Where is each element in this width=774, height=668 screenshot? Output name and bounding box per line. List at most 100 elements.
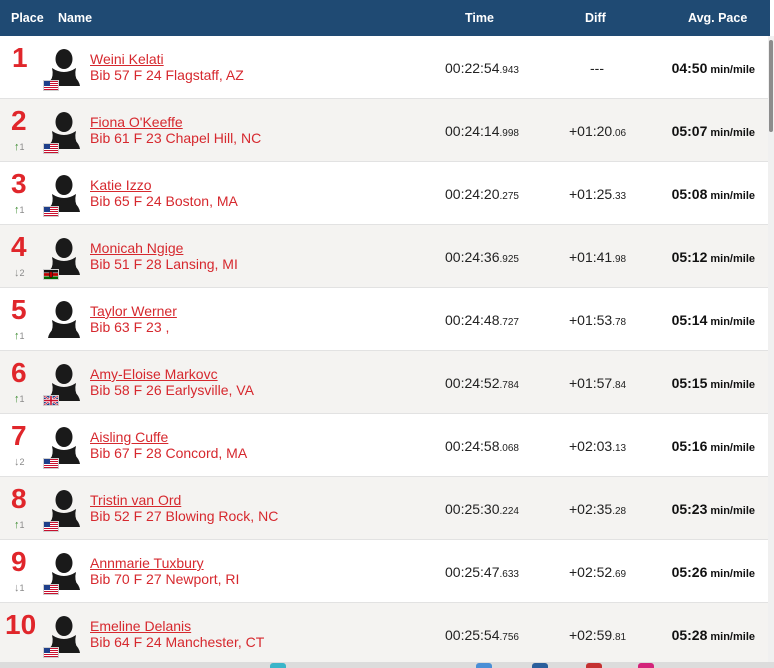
avg-pace-value: 05:14 (671, 312, 708, 328)
avg-pace: 05:28 min/mile (672, 627, 755, 643)
runner-name-link[interactable]: Emeline Delanis (90, 618, 191, 634)
finish-time-value: 00:24:14 (445, 123, 500, 139)
avg-pace-value: 05:08 (671, 186, 708, 202)
runner-name-link[interactable]: Amy-Eloise Markovc (90, 366, 218, 382)
position-change-count: 1 (19, 520, 25, 530)
runner-name-link[interactable]: Weini Kelati (90, 51, 164, 67)
runner-bib-info: Bib 63 F 23 , (90, 319, 170, 335)
taskbar-app-icon[interactable] (476, 663, 492, 668)
position-change: ↑1 (14, 519, 25, 532)
table-row[interactable]: 1 Weini Kelati Bib 57 F 24 Flagstaff, AZ… (0, 36, 770, 99)
runner-name-link[interactable]: Tristin van Ord (90, 492, 181, 508)
taskbar-app-icon[interactable] (586, 663, 602, 668)
finish-time: 00:22:54.943 (445, 60, 519, 76)
vertical-scrollbar[interactable] (768, 36, 774, 668)
avatar-silhouette-icon (46, 298, 82, 338)
place-number: 6 (11, 357, 27, 388)
header-diff[interactable]: Diff (585, 0, 606, 36)
finish-time-value: 00:25:30 (445, 501, 500, 517)
table-row[interactable]: 8 ↑1 Tristin van Ord Bib 52 F 27 Blowing… (0, 477, 770, 540)
time-diff: +01:41.98 (569, 249, 626, 265)
position-change-count: 1 (19, 142, 25, 152)
us-flag-icon (43, 80, 59, 91)
place-number: 2 (11, 105, 27, 136)
table-row[interactable]: 4 ↓2 Monicah Ngige Bib 51 F 28 Lansing, … (0, 225, 770, 288)
time-diff-ms: .13 (612, 443, 627, 454)
finish-time-ms: .224 (499, 506, 519, 517)
taskbar-app-icon[interactable] (532, 663, 548, 668)
scrollbar-thumb[interactable] (769, 40, 773, 132)
header-place[interactable]: Place (11, 0, 44, 36)
avg-pace-unit: min/mile (710, 505, 755, 517)
runner-name-link[interactable]: Katie Izzo (90, 177, 151, 193)
runner-bib-info: Bib 65 F 24 Boston, MA (90, 193, 238, 209)
finish-time-ms: .727 (499, 317, 519, 328)
table-row[interactable]: 5 ↑1 Taylor Werner Bib 63 F 23 , 00:24:4… (0, 288, 770, 351)
finish-time: 00:25:30.224 (445, 501, 519, 517)
time-diff-value: +02:35 (569, 501, 613, 517)
runner-name-link[interactable]: Aisling Cuffe (90, 429, 168, 445)
avg-pace-unit: min/mile (710, 442, 755, 454)
runner-bib-info: Bib 51 F 28 Lansing, MI (90, 256, 238, 272)
finish-time-ms: .756 (499, 632, 519, 643)
taskbar-app-icon[interactable] (270, 663, 286, 668)
time-diff: +01:53.78 (569, 312, 626, 328)
avg-pace-value: 04:50 (671, 60, 708, 76)
runner-name-link[interactable]: Annmarie Tuxbury (90, 555, 204, 571)
avg-pace-unit: min/mile (710, 379, 755, 391)
time-diff: +02:03.13 (569, 438, 626, 454)
avg-pace: 05:12 min/mile (672, 249, 755, 265)
avg-pace-value: 05:15 (671, 375, 708, 391)
time-diff-ms: .84 (612, 380, 627, 391)
avg-pace: 05:07 min/mile (672, 123, 755, 139)
position-change-count: 2 (19, 457, 25, 467)
time-diff-ms: .28 (612, 506, 627, 517)
finish-time: 00:25:54.756 (445, 627, 519, 643)
header-time[interactable]: Time (465, 0, 494, 36)
table-row[interactable]: 9 ↓1 Annmarie Tuxbury Bib 70 F 27 Newpor… (0, 540, 770, 603)
time-diff-value: --- (590, 60, 604, 76)
taskbar-app-icon[interactable] (638, 663, 654, 668)
us-flag-icon (43, 206, 59, 217)
us-flag-icon (43, 458, 59, 469)
finish-time-ms: .943 (499, 65, 519, 76)
time-diff-ms: .33 (612, 191, 627, 202)
header-name[interactable]: Name (58, 0, 92, 36)
runner-name-link[interactable]: Taylor Werner (90, 303, 177, 319)
finish-time: 00:24:58.068 (445, 438, 519, 454)
finish-time-value: 00:22:54 (445, 60, 500, 76)
avg-pace-value: 05:28 (671, 627, 708, 643)
avg-pace-unit: min/mile (710, 127, 755, 139)
runner-name-link[interactable]: Monicah Ngige (90, 240, 183, 256)
uk-flag-icon (43, 395, 59, 406)
header-avg-pace[interactable]: Avg. Pace (688, 0, 747, 36)
avg-pace-value: 05:16 (671, 438, 708, 454)
table-row[interactable]: 6 ↑1 Amy-Eloise Markovc Bib 58 F 26 Earl… (0, 351, 770, 414)
table-row[interactable]: 10 Emeline Delanis Bib 64 F 24 Mancheste… (0, 603, 770, 666)
runner-bib-info: Bib 58 F 26 Earlysville, VA (90, 382, 254, 398)
finish-time: 00:24:20.275 (445, 186, 519, 202)
time-diff-ms: .69 (612, 569, 627, 580)
table-row[interactable]: 2 ↑1 Fiona O'Keeffe Bib 61 F 23 Chapel H… (0, 99, 770, 162)
position-change: ↑1 (14, 393, 25, 406)
avg-pace-unit: min/mile (710, 316, 755, 328)
position-change: ↑1 (14, 204, 25, 217)
time-diff-value: +01:53 (569, 312, 613, 328)
position-change: ↓2 (14, 267, 25, 280)
finish-time-ms: .925 (499, 254, 519, 265)
runner-name-link[interactable]: Fiona O'Keeffe (90, 114, 183, 130)
position-change-count: 1 (19, 205, 25, 215)
finish-time-ms: .275 (499, 191, 519, 202)
place-number: 5 (11, 294, 27, 325)
time-diff-ms: .81 (612, 632, 627, 643)
table-row[interactable]: 3 ↑1 Katie Izzo Bib 65 F 24 Boston, MA 0… (0, 162, 770, 225)
time-diff-value: +02:52 (569, 564, 613, 580)
avg-pace-value: 05:23 (671, 501, 708, 517)
time-diff: +02:52.69 (569, 564, 626, 580)
avg-pace-value: 05:26 (671, 564, 708, 580)
time-diff-value: +02:59 (569, 627, 613, 643)
time-diff: +01:57.84 (569, 375, 626, 391)
avg-pace: 05:26 min/mile (672, 564, 755, 580)
finish-time-ms: .068 (499, 443, 519, 454)
table-row[interactable]: 7 ↓2 Aisling Cuffe Bib 67 F 28 Concord, … (0, 414, 770, 477)
